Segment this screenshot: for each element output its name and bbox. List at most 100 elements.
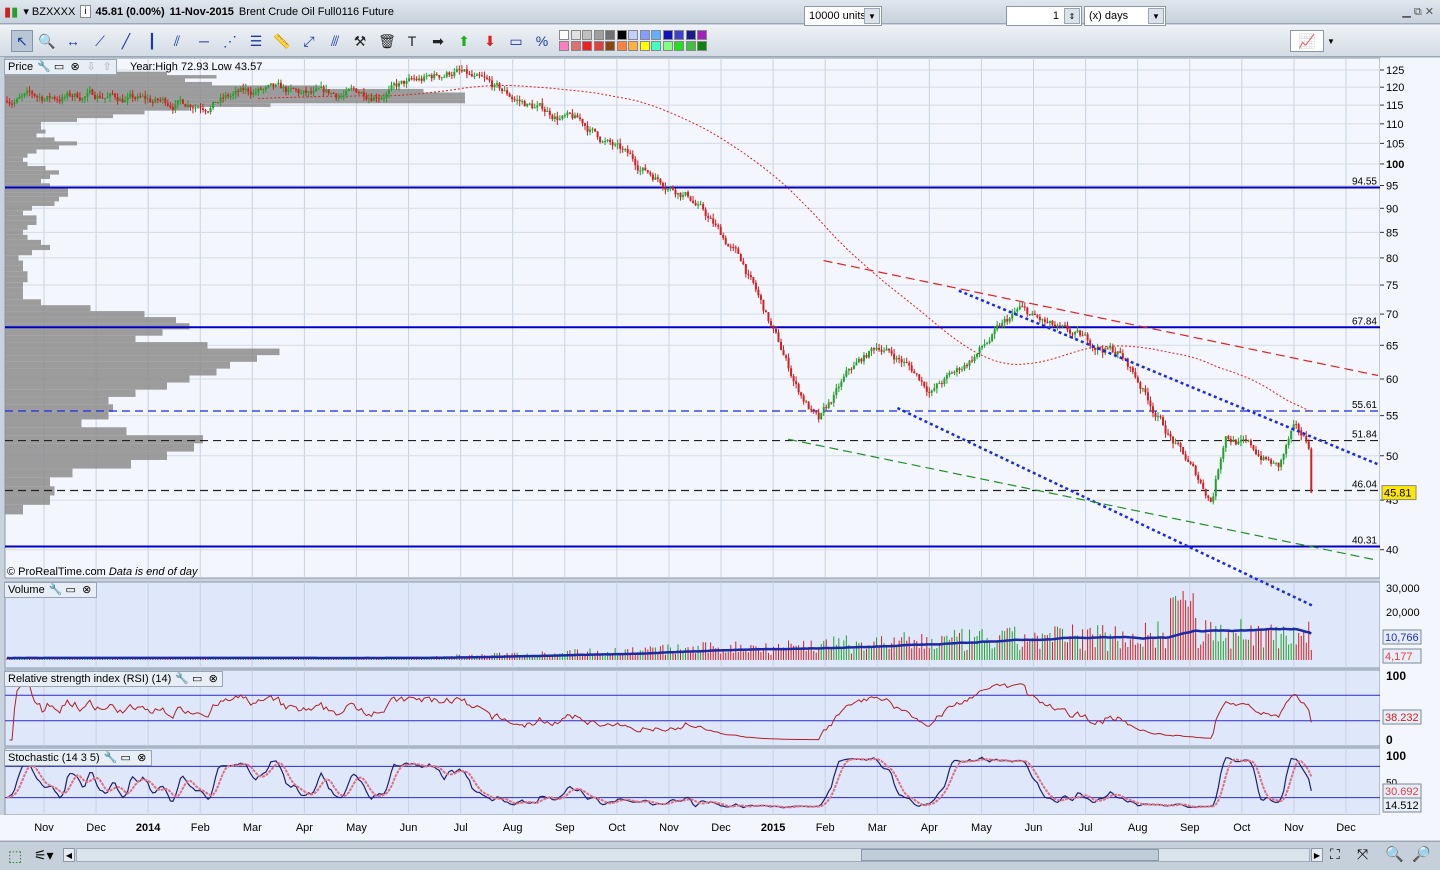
wrench-icon[interactable]: 🔧 [104,752,118,764]
candle-body [847,368,850,371]
x-tick-label: Dec [711,822,731,834]
scroll-right-button[interactable]: ▶ [1311,848,1323,862]
y-tick-label: 120 [1386,82,1404,94]
zoom-out-icon[interactable]: 🔍 [1385,845,1404,863]
candle-body [855,362,858,366]
scrollbar-thumb[interactable] [861,849,1159,861]
volume-profile-bar [5,477,50,487]
candle-body [1086,334,1089,341]
level-label: 94.55 [1352,177,1377,188]
y-tick-label: 55 [1386,411,1398,423]
x-tick-label: Aug [503,822,523,834]
wrench-icon[interactable]: 🔧 [37,61,51,73]
auto-scale-icon[interactable]: ⛶ [1330,846,1340,863]
chart-type-icon[interactable]: ⬚ [8,847,22,865]
volume-profile-bar [5,174,50,179]
x-tick-label: Dec [86,822,106,834]
close-icon[interactable]: ⊗ [207,673,219,685]
window-icon[interactable]: ▭ [120,752,132,764]
candle-body [893,353,896,360]
candle [807,400,810,410]
x-tick-label: Jul [454,822,468,834]
candle-body [259,88,262,90]
x-tick-label: Mar [243,822,262,834]
window-icon[interactable]: ▭ [191,673,203,685]
wrench-icon[interactable]: 🔧 [49,584,63,596]
volume-profile-bar [5,375,190,383]
candle-body [11,103,14,105]
candle-body [817,412,820,420]
volume-profile-bar [5,355,257,362]
candle-body [938,383,941,385]
candle-body [815,410,818,413]
candle-body [1204,488,1207,496]
y-tick-label: 40 [1386,545,1398,557]
volume-profile-bar [5,342,208,349]
candle-body [971,360,974,362]
level-label: 67.84 [1352,316,1377,327]
candle-body [561,115,564,119]
candle-body [787,357,790,369]
last-price-value: 45.81 [1384,488,1412,500]
candle-body [222,97,225,99]
candle-body [23,93,26,96]
volume-profile-bar [5,282,23,288]
close-icon[interactable]: ⊗ [136,752,148,764]
candle-body [621,148,624,150]
candle-body [1260,455,1263,461]
scroll-left-button[interactable]: ◀ [63,848,75,862]
candle-body [453,71,456,76]
x-tick-label: Jun [1025,822,1043,834]
candle-body [669,187,672,189]
candle-body [181,99,184,104]
candle-body [1179,443,1182,447]
horizontal-scrollbar[interactable] [76,848,1310,862]
wrench-icon[interactable]: 🔧 [175,673,189,685]
candle-body [624,149,627,151]
candle-body [305,90,308,93]
candle-body [563,115,566,117]
candle-body [428,75,431,77]
candle-body [1305,435,1308,442]
y-tick-label: 100 [1386,669,1406,683]
volume-profile-bar [5,287,23,294]
candle-body [996,325,999,330]
candle-body [596,131,599,138]
candle [689,196,692,202]
candle-body [900,359,903,363]
volume-profile-bar [5,133,37,138]
candle-body [880,349,883,352]
candle-body [387,89,390,95]
y-tick-label: 30,000 [1386,583,1420,595]
candle-body [1242,439,1245,441]
candle-body [1084,334,1087,336]
candle-body [551,115,554,120]
move-down-icon[interactable]: ⇩ [85,61,97,73]
volume-profile-bar [5,145,59,150]
fit-icon[interactable]: ⤧ [1357,846,1368,863]
move-up-icon[interactable]: ⇧ [101,61,113,73]
candle-body [16,98,19,103]
candle-body [154,98,157,103]
chart-canvas[interactable]: Nov Dec 2014 Feb Mar Apr May Jun Jul Aug Sep Oct Nov… [0,0,1440,840]
candle-body [1275,462,1278,464]
x-tick-label: Nov [1284,822,1304,834]
candle-body [707,216,710,218]
volume-profile-bar [5,210,23,216]
window-icon[interactable]: ▭ [65,584,77,596]
volume-profile-bar [5,396,109,405]
candle-body [513,99,516,101]
zoom-in-icon[interactable]: 🔎 [1412,845,1431,863]
window-icon[interactable]: ▭ [53,61,65,73]
candle-body [1036,315,1039,317]
volume-profile-bar [5,239,41,245]
candle-body [1021,306,1024,308]
candle-style-icon[interactable]: ⚟▾ [34,847,54,864]
close-icon[interactable]: ⊗ [81,584,93,596]
y-tick-label: 100 [1386,749,1406,763]
panel-title: Stochastic (14 3 5) [8,752,100,764]
candle-body [792,376,795,382]
close-icon[interactable]: ⊗ [69,61,81,73]
candle-body [895,358,898,360]
candle-body [757,289,760,296]
